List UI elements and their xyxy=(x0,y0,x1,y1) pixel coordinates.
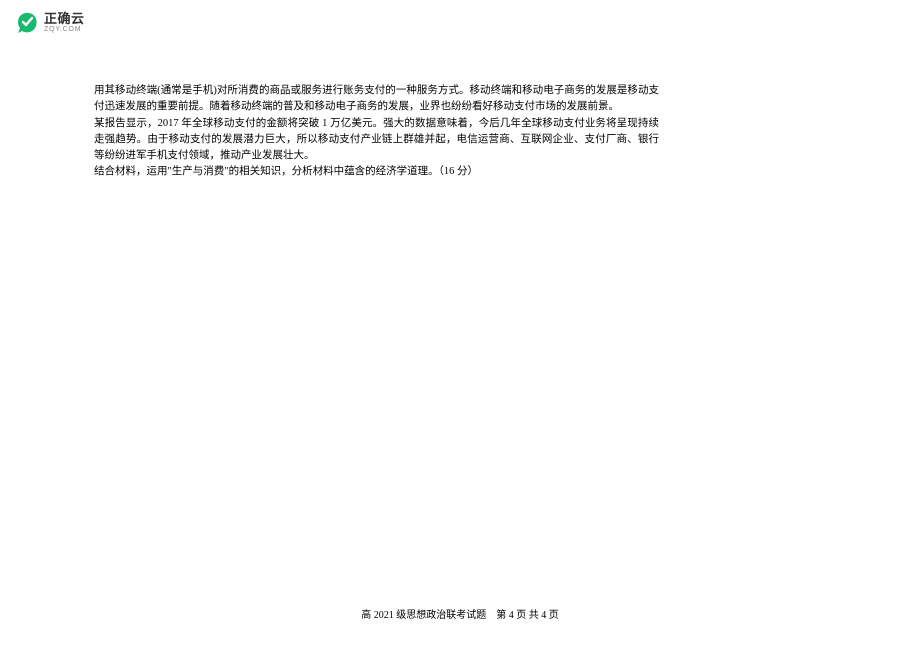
paragraph-1: 用其移动终端(通常是手机)对所消费的商品或服务进行账务支付的一种服务方式。移动终… xyxy=(94,83,659,116)
brand-name-cn: 正确云 xyxy=(44,12,85,25)
paragraph-3: 结合材料，运用"生产与消费"的相关知识，分析材料中蕴含的经济学道理。（16 分） xyxy=(94,164,659,180)
footer-page: 第 4 页 共 4 页 xyxy=(496,610,559,621)
brand-name-en: ZQY.COM xyxy=(44,26,85,33)
document-body: 用其移动终端(通常是手机)对所消费的商品或服务进行账务支付的一种服务方式。移动终… xyxy=(94,83,659,181)
brand-logo: 正确云 ZQY.COM xyxy=(14,10,85,34)
checkmark-icon xyxy=(14,10,40,34)
footer-title: 高 2021 级思想政治联考试题 xyxy=(361,610,486,621)
brand-text: 正确云 ZQY.COM xyxy=(44,12,85,33)
paragraph-2: 某报告显示，2017 年全球移动支付的金额将突破 1 万亿美元。强大的数据意味着… xyxy=(94,116,659,165)
page-footer: 高 2021 级思想政治联考试题第 4 页 共 4 页 xyxy=(0,606,920,621)
